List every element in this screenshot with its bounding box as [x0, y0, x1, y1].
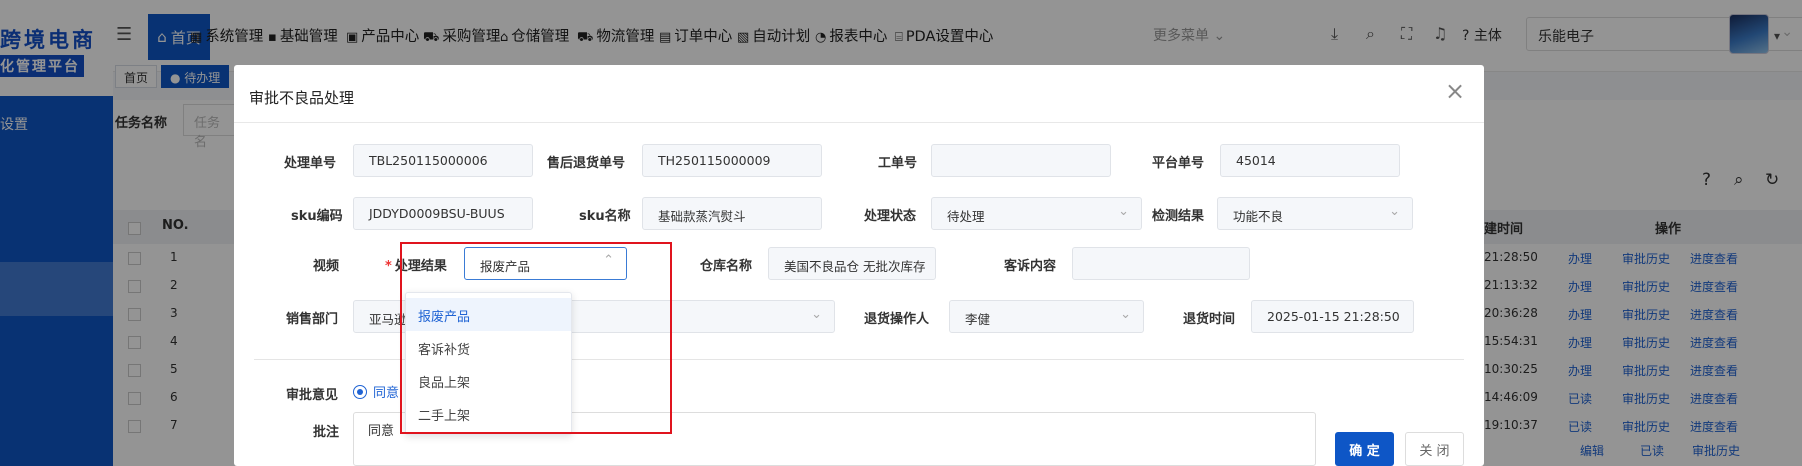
test-result-value: 功能不良 [1233, 209, 1284, 224]
work-no-label: 工单号 [878, 156, 918, 171]
dept-label: 销售部门 [286, 312, 339, 327]
close-icon[interactable]: × [1445, 79, 1465, 103]
modal-title: 审批不良品处理 [249, 89, 355, 107]
chevron-down-icon: ⌄ [1389, 204, 1400, 219]
platform-no-label: 平台单号 [1152, 156, 1205, 171]
dropdown-option[interactable]: 报废产品 [406, 298, 571, 331]
process-no-label: 处理单号 [284, 156, 337, 171]
warehouse-value: 美国不良品仓 [784, 259, 860, 274]
radio-dot [353, 384, 367, 399]
sku-code-label: sku编码 [291, 209, 343, 224]
approval-label: 审批意见 [286, 388, 339, 403]
status-select[interactable]: 待处理 ⌄ [931, 197, 1142, 230]
operator-value: 李健 [965, 312, 991, 327]
return-time-field[interactable]: 2025-01-15 21:28:50 [1251, 300, 1414, 333]
remark-label: 批注 [313, 425, 340, 440]
return-no-label: 售后退货单号 [547, 156, 626, 171]
dropdown-option[interactable]: 客诉补货 [406, 331, 571, 364]
complaint-field[interactable] [1072, 247, 1250, 280]
return-no-field[interactable]: TH250115000009 [642, 144, 822, 177]
approve-defect-modal: 审批不良品处理 × 处理单号 TBL250115000006 售后退货单号 TH… [234, 65, 1484, 466]
video-label: 视频 [313, 259, 340, 274]
chevron-down-icon: ⌄ [811, 307, 822, 322]
required-mark: * [385, 259, 392, 274]
work-no-field[interactable] [931, 144, 1111, 177]
approve-label: 同意 [373, 386, 400, 401]
chevron-down-icon: ⌄ [1118, 204, 1129, 219]
result-label: * 处理结果 [385, 255, 447, 274]
platform-no-field[interactable]: 45014 [1220, 144, 1400, 177]
status-value: 待处理 [947, 209, 985, 224]
status-label: 处理状态 [864, 209, 917, 224]
close-button[interactable]: 关 闭 [1405, 432, 1464, 466]
operator-label: 退货操作人 [864, 312, 930, 327]
chevron-up-icon: ⌃ [603, 253, 614, 268]
operator-select[interactable]: 李健 ⌄ [949, 300, 1144, 333]
approve-radio[interactable]: 同意 [353, 382, 399, 401]
test-result-select[interactable]: 功能不良 ⌄ [1217, 197, 1413, 230]
result-dropdown: 报废产品 客诉补货 良品上架 二手上架 [405, 292, 572, 435]
sku-code-field[interactable]: JDDYD0009BSU-BUUS [353, 197, 533, 230]
result-value: 报废产品 [480, 259, 531, 274]
chevron-down-icon: ⌄ [912, 254, 923, 269]
chevron-down-icon: ⌄ [1120, 307, 1131, 322]
sku-name-label: sku名称 [579, 209, 631, 224]
process-no-field[interactable]: TBL250115000006 [353, 144, 533, 177]
return-time-label: 退货时间 [1183, 312, 1236, 327]
sku-name-field[interactable]: 基础款蒸汽熨斗 [642, 197, 822, 230]
result-label-text: 处理结果 [394, 259, 447, 274]
dropdown-option[interactable]: 二手上架 [406, 397, 571, 430]
result-select[interactable]: 报废产品 ⌃ [464, 247, 627, 280]
warehouse-label: 仓库名称 [700, 259, 753, 274]
confirm-button[interactable]: 确 定 [1335, 432, 1394, 466]
divider [234, 122, 1484, 123]
dropdown-option[interactable]: 良品上架 [406, 364, 571, 397]
warehouse-select[interactable]: 美国不良品仓 无批次库存 ⌄ [768, 247, 936, 280]
complaint-label: 客诉内容 [1004, 259, 1057, 274]
test-result-label: 检测结果 [1152, 209, 1205, 224]
